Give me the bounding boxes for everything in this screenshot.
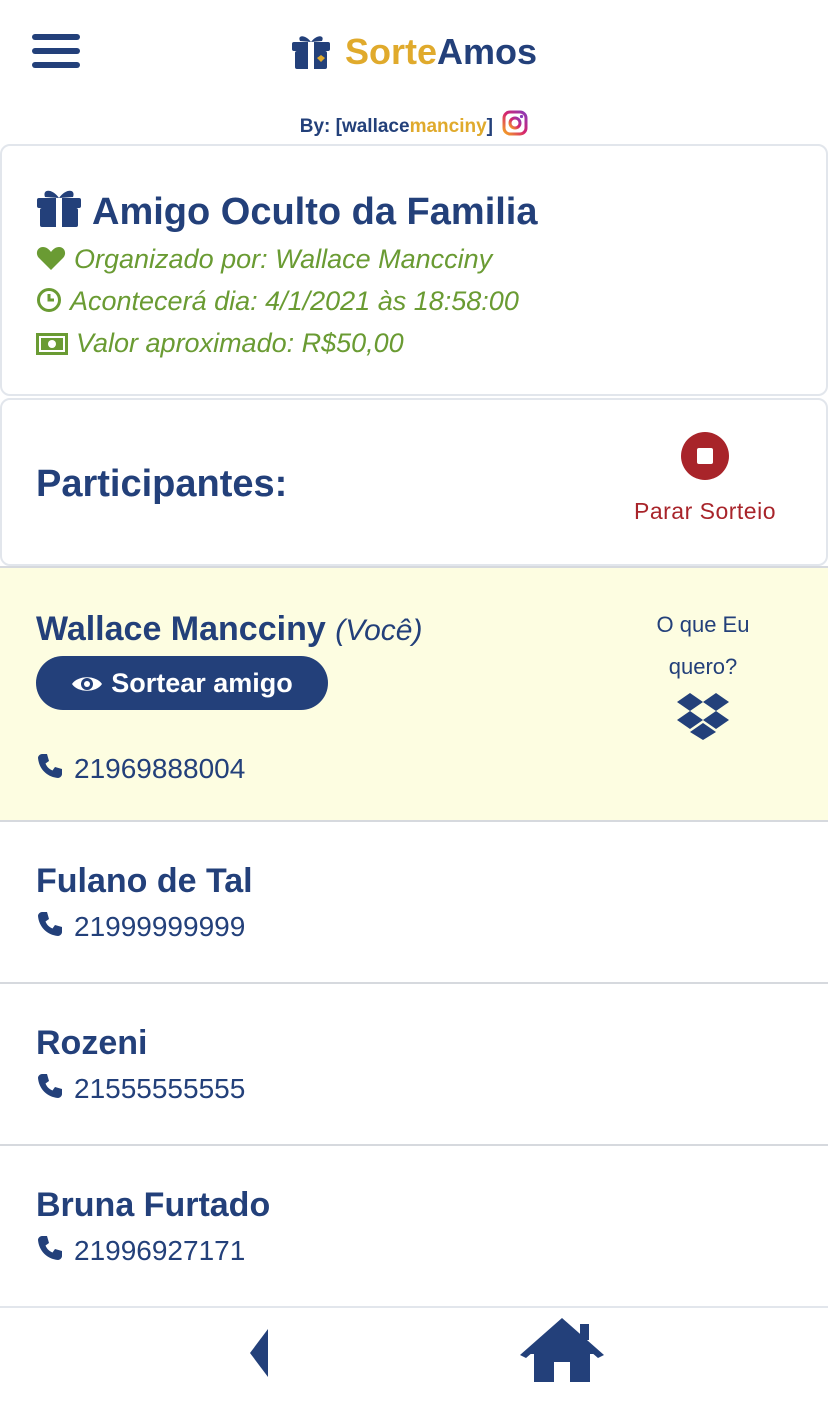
participants-title: Participantes: — [36, 463, 288, 505]
you-label: (Você) — [335, 614, 423, 647]
participant-row: Fulano de Tal 21999999999 — [0, 820, 828, 982]
participant-name: Wallace Mancciny (Você) — [36, 610, 423, 648]
event-value: Valor aproximado: R$50,00 — [36, 326, 404, 363]
participant-name: Bruna Furtado — [36, 1186, 271, 1224]
byline: By: [wallacemanciny] — [0, 110, 828, 144]
phone-icon — [36, 1072, 64, 1108]
instagram-icon[interactable] — [502, 110, 528, 144]
participant-phone: 21969888004 — [36, 752, 245, 788]
wishlist-label: O que Eu quero? — [656, 612, 750, 679]
clock-icon — [36, 287, 62, 321]
event-card: Amigo Oculto da Familia Organizado por: … — [0, 144, 828, 396]
phone-icon — [36, 752, 64, 788]
money-bill-icon — [36, 329, 68, 363]
event-title-text: Amigo Oculto da Familia — [92, 191, 538, 233]
app-screen: SorteAmos By: [wallacemanciny] Amigo Ocu… — [0, 0, 828, 1411]
dropbox-icon — [620, 692, 786, 754]
participant-row: Rozeni 21555555555 — [0, 982, 828, 1144]
event-date: Acontecerá dia: 4/1/2021 às 18:58:00 — [36, 284, 519, 321]
phone-icon — [36, 910, 64, 946]
byline-highlight: manciny — [409, 116, 487, 137]
stop-circle-icon — [681, 432, 729, 480]
back-arrow-icon — [240, 1329, 290, 1384]
app-header: SorteAmos By: [wallacemanciny] — [0, 0, 828, 144]
participant-row-current-user: Wallace Mancciny (Você) Sortear amigo 21… — [0, 566, 828, 820]
gift-icon — [291, 32, 331, 80]
stop-draw-button[interactable]: Parar Sorteio — [612, 432, 798, 525]
byline-suffix: ] — [486, 116, 493, 137]
participant-row: Bruna Furtado 21996927171 — [0, 1144, 828, 1306]
brand-name-part1: Sorte — [344, 31, 437, 72]
home-icon — [520, 1318, 604, 1388]
participant-name: Fulano de Tal — [36, 862, 253, 900]
brand-name-part2: Amos — [437, 31, 538, 72]
participant-name: Rozeni — [36, 1024, 148, 1062]
back-button[interactable] — [240, 1326, 290, 1380]
participant-phone: 21996927171 — [36, 1234, 245, 1270]
bottom-nav — [0, 1306, 828, 1411]
draw-friend-button[interactable]: Sortear amigo — [36, 656, 328, 710]
event-organizer: Organizado por: Wallace Mancciny — [36, 242, 492, 279]
app-logo: SorteAmos — [0, 30, 828, 80]
participants-header: Participantes: Parar Sorteio — [0, 398, 828, 566]
phone-icon — [36, 1234, 64, 1270]
heart-icon — [36, 245, 66, 279]
gift-icon — [36, 186, 82, 240]
stop-draw-label: Parar Sorteio — [633, 498, 776, 524]
byline-prefix: By: [wallace — [299, 116, 410, 137]
event-title: Amigo Oculto da Familia — [36, 186, 538, 240]
participant-phone: 21555555555 — [36, 1072, 245, 1108]
eye-icon — [71, 659, 103, 713]
home-button[interactable] — [520, 1318, 604, 1384]
wishlist-button[interactable]: O que Eu quero? — [620, 604, 786, 754]
participant-phone: 21999999999 — [36, 910, 245, 946]
